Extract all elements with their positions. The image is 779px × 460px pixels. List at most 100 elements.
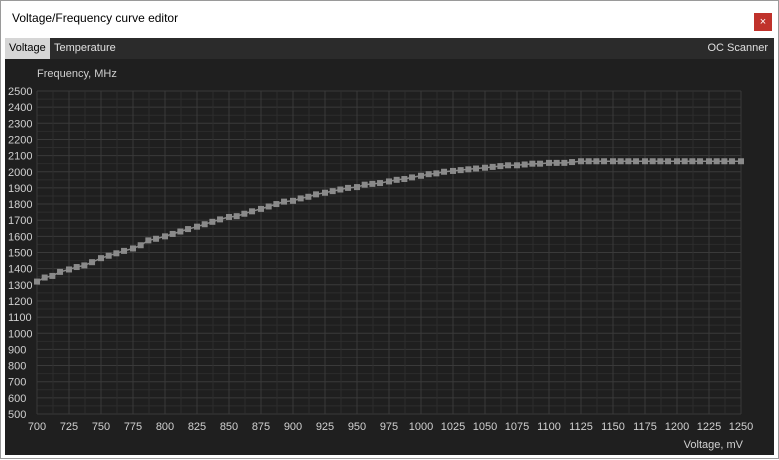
curve-point[interactable] — [130, 245, 136, 252]
oc-scanner-button[interactable]: OC Scanner — [703, 38, 772, 59]
x-tick-label: 1100 — [537, 421, 561, 433]
curve-point[interactable] — [41, 274, 48, 281]
curve-point[interactable] — [674, 158, 680, 165]
curve-point[interactable] — [377, 180, 384, 187]
y-tick-label: 1200 — [8, 296, 32, 308]
curve-point[interactable] — [354, 184, 360, 191]
curve-point[interactable] — [345, 184, 352, 191]
curve-point[interactable] — [497, 163, 504, 170]
curve-point[interactable] — [505, 162, 512, 169]
curve-point[interactable] — [729, 158, 736, 165]
curve-point[interactable] — [433, 170, 440, 177]
curve-point[interactable] — [601, 158, 608, 165]
curve-point[interactable] — [593, 158, 600, 165]
curve-point[interactable] — [393, 176, 400, 183]
curve-point[interactable] — [689, 158, 696, 165]
curve-point[interactable] — [322, 189, 328, 196]
curve-point[interactable] — [162, 233, 168, 240]
curve-point[interactable] — [585, 158, 592, 165]
curve-point[interactable] — [441, 168, 448, 175]
curve-point[interactable] — [473, 165, 480, 172]
curve-point[interactable] — [217, 216, 224, 223]
curve-point[interactable] — [738, 158, 744, 165]
curve-point[interactable] — [465, 166, 472, 173]
curve-point[interactable] — [226, 213, 232, 220]
curve-point[interactable] — [49, 272, 56, 279]
x-tick-label: 1200 — [665, 421, 689, 433]
curve-point[interactable] — [81, 262, 88, 269]
curve-point[interactable] — [185, 226, 192, 233]
curve-point[interactable] — [313, 191, 320, 198]
curve-point[interactable] — [713, 158, 720, 165]
curve-point[interactable] — [610, 158, 616, 165]
curve-point[interactable] — [66, 266, 72, 273]
curve-point[interactable] — [578, 158, 584, 165]
curve-point[interactable] — [137, 242, 144, 249]
curve-point[interactable] — [681, 158, 688, 165]
curve-point[interactable] — [386, 178, 392, 185]
curve-point[interactable] — [273, 201, 280, 208]
curve-point[interactable] — [105, 252, 112, 259]
curve-point[interactable] — [418, 172, 424, 179]
curve-point[interactable] — [241, 210, 248, 217]
title-bar[interactable]: Voltage/Frequency curve editor × — [1, 1, 778, 35]
curve-point[interactable] — [194, 223, 200, 230]
curve-point[interactable] — [265, 203, 272, 210]
curve-point[interactable] — [98, 255, 104, 262]
curve-point[interactable] — [113, 250, 120, 257]
curve-point[interactable] — [57, 268, 64, 275]
curve-point[interactable] — [169, 230, 176, 237]
curve-point[interactable] — [249, 208, 256, 215]
vf-curve-chart[interactable]: 2500 2400 2300 2200 2100 2000 1900 1800 1700 1600… — [5, 59, 774, 455]
curve-point[interactable] — [649, 158, 656, 165]
curve-point[interactable] — [553, 159, 560, 166]
curve-point[interactable] — [145, 237, 152, 244]
curve-point[interactable] — [401, 176, 408, 183]
curve-point[interactable] — [625, 158, 632, 165]
curve-point[interactable] — [546, 159, 552, 166]
curve-point[interactable] — [209, 218, 216, 225]
curve-point[interactable] — [73, 264, 80, 271]
curve-point[interactable] — [233, 213, 240, 220]
curve-point[interactable] — [177, 228, 184, 235]
curve-point[interactable] — [697, 158, 704, 165]
curve-point[interactable] — [34, 278, 40, 285]
curve-point[interactable] — [425, 171, 432, 178]
curve-point[interactable] — [561, 159, 568, 166]
curve-point[interactable] — [457, 167, 464, 174]
curve-point[interactable] — [665, 158, 672, 165]
curve-point[interactable] — [521, 161, 528, 168]
curve-point[interactable] — [258, 205, 264, 212]
y-tick-label: 1000 — [8, 328, 32, 340]
curve-point[interactable] — [153, 235, 160, 242]
curve-point[interactable] — [633, 158, 640, 165]
curve-point[interactable] — [537, 160, 544, 167]
curve-point[interactable] — [361, 181, 368, 188]
curve-point[interactable] — [642, 158, 648, 165]
curve-point[interactable] — [290, 197, 296, 204]
x-tick-label: 950 — [348, 421, 366, 433]
curve-point[interactable] — [369, 180, 376, 187]
curve-point[interactable] — [305, 193, 312, 200]
curve-point[interactable] — [121, 247, 128, 254]
curve-point[interactable] — [297, 195, 304, 202]
curve-point[interactable] — [514, 162, 520, 169]
curve-point[interactable] — [489, 163, 496, 170]
curve-point[interactable] — [706, 158, 712, 165]
curve-point[interactable] — [201, 221, 208, 228]
curve-point[interactable] — [450, 167, 456, 174]
curve-point[interactable] — [409, 174, 416, 181]
curve-point[interactable] — [569, 159, 576, 166]
curve-point[interactable] — [617, 158, 624, 165]
curve-point[interactable] — [529, 160, 536, 167]
curve-point[interactable] — [281, 198, 288, 205]
tab-voltage[interactable]: Voltage — [5, 38, 50, 59]
curve-point[interactable] — [337, 186, 344, 193]
curve-point[interactable] — [721, 158, 728, 165]
curve-point[interactable] — [482, 164, 488, 171]
close-button[interactable]: × — [754, 13, 772, 31]
tab-temperature[interactable]: Temperature — [50, 38, 120, 59]
curve-point[interactable] — [89, 259, 96, 266]
curve-point[interactable] — [329, 188, 336, 195]
curve-point[interactable] — [657, 158, 664, 165]
